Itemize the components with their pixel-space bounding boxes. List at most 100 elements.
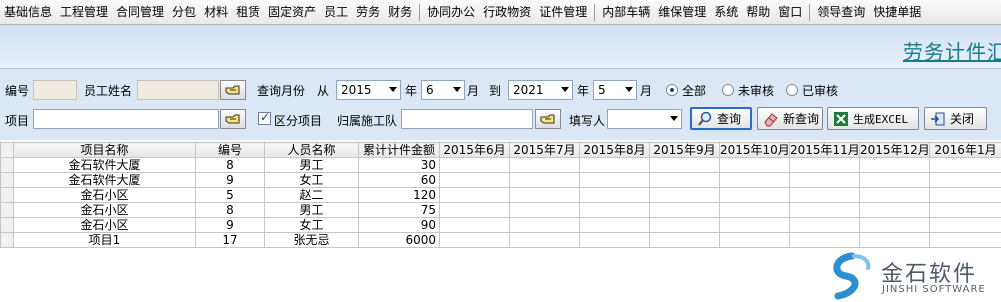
cell-month-amount[interactable] [649,157,720,173]
menu-help[interactable]: 帮助 [742,0,774,24]
row-indicator[interactable] [0,187,14,203]
cell-month-amount[interactable] [929,157,1001,173]
cell-month-amount[interactable] [509,202,580,218]
menu-system[interactable]: 系统 [710,0,742,24]
filler-select[interactable] [607,109,682,129]
cell-month-amount[interactable] [789,202,860,218]
from-year-select[interactable]: 2015 [336,80,401,100]
menu-collaboration[interactable]: 协同办公 [423,0,479,24]
cell-month-amount[interactable] [579,232,650,248]
team-field[interactable] [401,109,533,129]
table-row[interactable]: 金石小区 5 赵二 120 [0,187,1001,203]
cell-month-amount[interactable] [789,187,860,203]
cell-month-amount[interactable] [509,157,580,173]
cell-person-name[interactable]: 男工 [264,202,359,218]
cell-month-amount[interactable] [579,217,650,233]
project-field[interactable] [33,109,219,129]
menu-contract-mgmt[interactable]: 合同管理 [112,0,168,24]
split-project-checkbox[interactable] [258,110,271,125]
menu-leader-query[interactable]: 领导查询 [813,0,869,24]
row-indicator[interactable] [0,217,14,233]
cell-month-amount[interactable] [509,217,580,233]
cell-month-amount[interactable] [719,172,790,188]
col-month[interactable]: 2015年9月 [649,142,720,158]
employee-field[interactable] [137,80,219,100]
team-picker-button[interactable] [535,109,561,129]
cell-month-amount[interactable] [509,232,580,248]
col-month[interactable]: 2015年10月 [719,142,790,158]
menu-fixed-assets[interactable]: 固定资产 [264,0,320,24]
cell-month-amount[interactable] [509,172,580,188]
cell-project-name[interactable]: 金石小区 [13,187,196,203]
col-month[interactable]: 2015年12月 [859,142,930,158]
menu-material[interactable]: 材料 [200,0,232,24]
cell-month-amount[interactable] [789,157,860,173]
table-row[interactable]: 金石小区 8 男工 75 [0,202,1001,218]
cell-total-amount[interactable]: 75 [358,202,440,218]
cell-month-amount[interactable] [649,187,720,203]
cell-project-name[interactable]: 金石小区 [13,202,196,218]
cell-month-amount[interactable] [439,157,510,173]
table-row[interactable]: 金石小区 9 女工 90 [0,217,1001,233]
cell-person-name[interactable]: 女工 [264,217,359,233]
cell-project-name[interactable]: 项目1 [13,232,196,248]
cell-month-amount[interactable] [649,172,720,188]
code-field[interactable] [33,80,77,100]
cell-month-amount[interactable] [719,157,790,173]
cell-month-amount[interactable] [719,232,790,248]
cell-month-amount[interactable] [929,217,1001,233]
col-code[interactable]: 编号 [195,142,265,158]
cell-month-amount[interactable] [859,217,930,233]
cell-month-amount[interactable] [789,217,860,233]
menu-certificate-mgmt[interactable]: 证件管理 [535,0,591,24]
cell-month-amount[interactable] [439,217,510,233]
menu-lease[interactable]: 租赁 [232,0,264,24]
col-month[interactable]: 2015年7月 [509,142,580,158]
cell-person-name[interactable]: 女工 [264,172,359,188]
cell-person-name[interactable]: 赵二 [264,187,359,203]
cell-month-amount[interactable] [509,187,580,203]
cell-month-amount[interactable] [439,202,510,218]
cell-month-amount[interactable] [929,172,1001,188]
table-row[interactable]: 金石软件大厦 8 男工 30 [0,157,1001,173]
cell-total-amount[interactable]: 60 [358,172,440,188]
cell-month-amount[interactable] [439,232,510,248]
menu-window[interactable]: 窗口 [774,0,806,24]
col-person-name[interactable]: 人员名称 [264,142,359,158]
menu-quick-docs[interactable]: 快捷单据 [869,0,925,24]
cell-month-amount[interactable] [649,232,720,248]
col-project-name[interactable]: 项目名称 [13,142,196,158]
new-query-button[interactable]: 新查询 [757,107,823,130]
menu-internal-vehicles[interactable]: 内部车辆 [598,0,654,24]
cell-month-amount[interactable] [859,202,930,218]
col-month[interactable]: 2015年8月 [579,142,650,158]
radio-reviewed[interactable] [786,84,798,96]
cell-person-name[interactable]: 张无忌 [264,232,359,248]
cell-month-amount[interactable] [579,187,650,203]
project-picker-button[interactable] [220,109,246,129]
col-total-amount[interactable]: 累计计件金额 [358,142,440,158]
cell-month-amount[interactable] [439,172,510,188]
menu-employee[interactable]: 员工 [320,0,352,24]
cell-month-amount[interactable] [579,172,650,188]
cell-project-name[interactable]: 金石小区 [13,217,196,233]
row-indicator[interactable] [0,232,14,248]
close-button[interactable]: 关闭 [924,107,987,130]
radio-unreviewed-label[interactable]: 未审核 [738,82,774,99]
menu-admin-supplies[interactable]: 行政物资 [479,0,535,24]
cell-total-amount[interactable]: 120 [358,187,440,203]
cell-month-amount[interactable] [579,202,650,218]
menu-maintenance-mgmt[interactable]: 维保管理 [654,0,710,24]
cell-total-amount[interactable]: 90 [358,217,440,233]
cell-month-amount[interactable] [859,232,930,248]
cell-code[interactable]: 8 [195,157,265,173]
split-project-label[interactable]: 区分项目 [274,112,322,129]
col-month[interactable]: 2015年11月 [789,142,860,158]
cell-code[interactable]: 5 [195,187,265,203]
cell-month-amount[interactable] [859,172,930,188]
menu-finance[interactable]: 财务 [384,0,416,24]
radio-all-label[interactable]: 全部 [682,82,706,99]
menu-basic-info[interactable]: 基础信息 [0,0,56,24]
cell-month-amount[interactable] [929,202,1001,218]
cell-total-amount[interactable]: 30 [358,157,440,173]
